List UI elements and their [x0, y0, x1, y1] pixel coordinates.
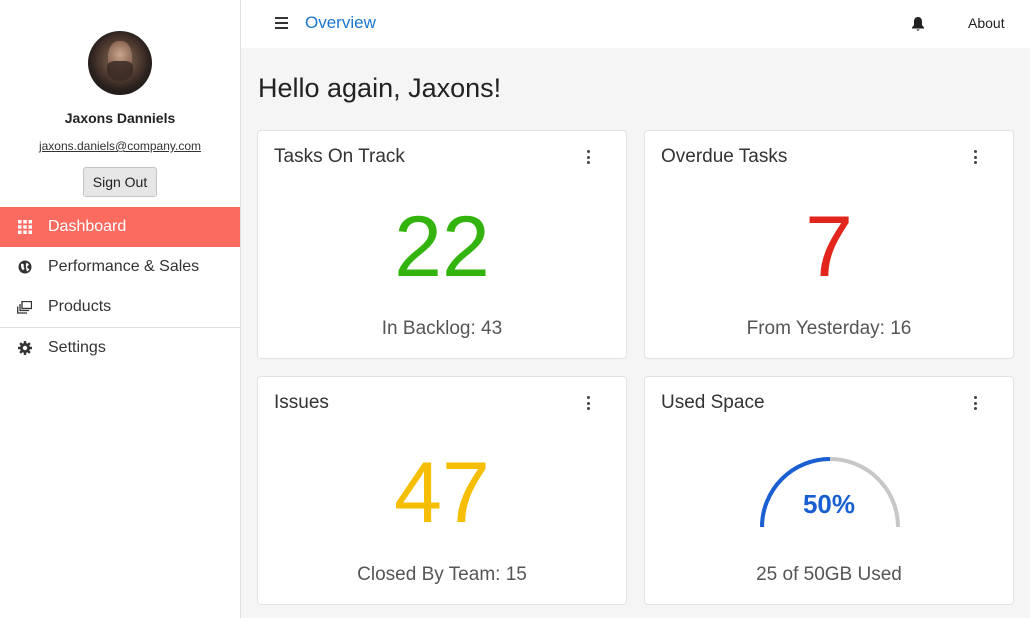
gear-icon	[17, 341, 32, 356]
top-bar: Overview About	[241, 0, 1030, 48]
more-vert-icon[interactable]	[973, 150, 977, 164]
card-subtitle: In Backlog: 43	[381, 318, 503, 339]
card-value: 22	[394, 199, 490, 295]
page-title: Overview	[305, 13, 376, 32]
card-subtitle: 25 of 50GB Used	[756, 564, 902, 585]
card-value: 7	[805, 199, 853, 295]
card-overdue-tasks: Overdue Tasks 7 From Yesterday: 16	[644, 130, 1014, 359]
card-subtitle: From Yesterday: 16	[746, 318, 912, 339]
sidebar-item-label: Products	[48, 298, 112, 315]
hamburger-menu-icon[interactable]	[275, 17, 288, 29]
sign-out-button[interactable]: Sign Out	[82, 167, 158, 197]
sidebar: Jaxons Danniels jaxons.daniels@company.c…	[0, 0, 241, 618]
card-value: 47	[394, 445, 490, 541]
user-name: Jaxons Danniels	[64, 110, 176, 126]
sidebar-item-label: Performance & Sales	[48, 258, 200, 275]
greeting-heading: Hello again, Jaxons!	[258, 73, 502, 103]
avatar	[88, 31, 152, 95]
gauge-percent-label: 50%	[802, 489, 856, 519]
globe-icon	[17, 260, 32, 275]
sidebar-item-settings[interactable]: Settings	[0, 328, 240, 368]
card-title: Overdue Tasks	[661, 146, 788, 167]
sidebar-item-label: Settings	[48, 339, 106, 356]
card-title: Tasks On Track	[274, 146, 405, 167]
sidebar-item-dashboard[interactable]: Dashboard	[0, 207, 240, 247]
bell-icon[interactable]	[911, 16, 925, 32]
about-link[interactable]: About	[968, 15, 1005, 31]
sidebar-item-label: Dashboard	[48, 218, 127, 235]
card-tasks-on-track: Tasks On Track 22 In Backlog: 43	[257, 130, 627, 359]
card-used-space: Used Space 50% 25 of 50GB Used	[644, 376, 1014, 605]
more-vert-icon[interactable]	[973, 396, 977, 410]
more-vert-icon[interactable]	[586, 150, 590, 164]
card-issues: Issues 47 Closed By Team: 15	[257, 376, 627, 605]
user-email-link[interactable]: jaxons.daniels@company.com	[39, 139, 201, 153]
more-vert-icon[interactable]	[586, 396, 590, 410]
grid-icon	[17, 220, 32, 235]
user-profile: Jaxons Danniels jaxons.daniels@company.c…	[0, 0, 240, 207]
layers-icon	[17, 300, 32, 315]
card-title: Issues	[274, 392, 329, 413]
card-title: Used Space	[661, 392, 765, 413]
card-subtitle: Closed By Team: 15	[357, 564, 527, 585]
sidebar-item-performance-sales[interactable]: Performance & Sales	[0, 247, 240, 287]
sidebar-item-products[interactable]: Products	[0, 287, 240, 327]
